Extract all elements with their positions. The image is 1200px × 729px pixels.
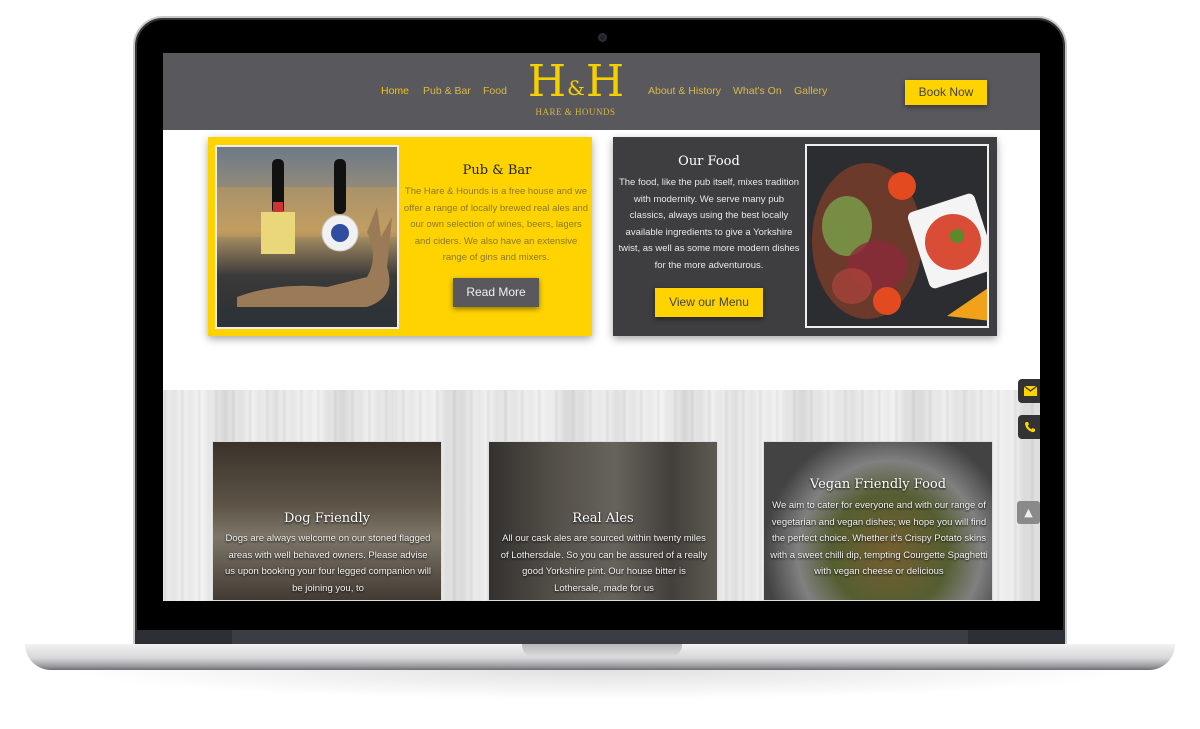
logo-subtitle: HARE & HOUNDS <box>535 107 616 117</box>
pub-bar-description: The Hare & Hounds is a free house and we… <box>403 186 589 263</box>
salad-dish-image <box>805 144 989 328</box>
vegan-food-title: Vegan Friendly Food <box>809 477 947 492</box>
read-more-button[interactable]: Read More <box>453 278 539 307</box>
laptop-mockup: Home Pub & Bar Food H &H HARE & HOUNDS Ab… <box>0 0 1200 729</box>
nav-gallery[interactable]: Gallery <box>794 85 827 97</box>
website-screen: Home Pub & Bar Food H &H HARE & HOUNDS Ab… <box>163 53 1040 601</box>
chevron-up-icon: ▲ <box>1024 506 1033 519</box>
our-food-card: Our Food The food, like the pub itself, … <box>613 137 997 336</box>
real-ales-text: All our cask ales are sourced within twe… <box>500 533 708 594</box>
bar-with-hare-image <box>215 145 399 329</box>
nav-whats-on[interactable]: What's On <box>733 85 782 97</box>
dog-friendly-text: Dogs are always welcome on our stoned fl… <box>225 533 431 594</box>
site-header: Home Pub & Bar Food H &H HARE & HOUNDS Ab… <box>163 53 1040 130</box>
logo-ampersand: & <box>567 76 585 100</box>
features-section: Dog Friendly Dogs are always welcome on … <box>163 390 1040 601</box>
nav-about-history[interactable]: About & History <box>648 85 721 97</box>
envelope-icon <box>1023 386 1037 396</box>
our-food-title: Our Food <box>678 154 740 169</box>
logo-letter-h-right: H <box>585 56 624 107</box>
nav-food[interactable]: Food <box>483 85 507 97</box>
laptop-shadow <box>60 670 1140 700</box>
view-menu-button[interactable]: View our Menu <box>655 288 763 317</box>
pub-bar-title: Pub & Bar <box>462 163 532 178</box>
logo-letter-h-left: H <box>527 56 566 107</box>
site-logo[interactable]: H &H HARE & HOUNDS <box>518 59 633 125</box>
feature-vegan-food[interactable]: Vegan Friendly Food We aim to cater for … <box>763 441 993 601</box>
vegan-food-text: We aim to cater for everyone and with ou… <box>770 500 988 577</box>
laptop-opening-notch <box>522 644 682 657</box>
scroll-to-top-button[interactable]: ▲ <box>1017 501 1040 524</box>
our-food-description: The food, like the pub itself, mixes tra… <box>618 177 800 271</box>
email-button[interactable] <box>1018 379 1040 403</box>
phone-icon <box>1025 422 1035 433</box>
nav-home[interactable]: Home <box>381 85 409 97</box>
webcam <box>598 33 607 42</box>
nav-pub-bar[interactable]: Pub & Bar <box>423 85 471 97</box>
dog-friendly-title: Dog Friendly <box>284 511 370 526</box>
phone-button[interactable] <box>1018 415 1040 439</box>
laptop-hinge-center <box>232 630 968 644</box>
book-now-button[interactable]: Book Now <box>905 80 987 105</box>
pub-bar-card: Pub & Bar The Hare & Hounds is a free ho… <box>208 137 592 336</box>
feature-dog-friendly[interactable]: Dog Friendly Dogs are always welcome on … <box>212 441 442 601</box>
feature-real-ales[interactable]: Real Ales All our cask ales are sourced … <box>488 441 718 601</box>
real-ales-title: Real Ales <box>572 511 634 526</box>
logo-monogram: H &H <box>518 59 633 105</box>
